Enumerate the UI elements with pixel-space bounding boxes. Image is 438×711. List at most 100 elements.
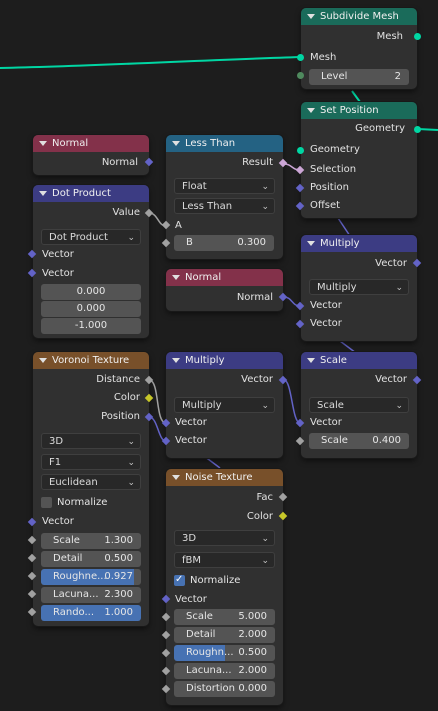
dimensions-dropdown[interactable]: 3D ⌄	[41, 433, 141, 449]
scale-field[interactable]: Scale 1.300	[41, 533, 141, 549]
checkbox-box[interactable]	[174, 573, 185, 588]
collapse-chevron-icon[interactable]	[307, 358, 315, 363]
vector-z-field[interactable]: -1.000	[41, 318, 141, 334]
operation-dropdown[interactable]: Dot Product ⌄	[41, 229, 141, 245]
noise-type-dropdown[interactable]: fBM ⌄	[174, 552, 275, 568]
field-value: 2.300	[104, 589, 133, 600]
level-field[interactable]: Level 2	[309, 69, 409, 85]
b-field[interactable]: B 0.300	[174, 235, 274, 251]
socket-subdivide-mesh-in[interactable]	[297, 54, 304, 61]
input-vector-b: Vector	[42, 268, 74, 279]
node-header[interactable]: Multiply	[166, 352, 283, 369]
node-noise-texture[interactable]: Noise Texture Fac Color 3D ⌄ fBM ⌄ Normali…	[166, 469, 283, 705]
roughness-slider[interactable]: Roughn... 0.500	[174, 645, 275, 661]
field-value: 0.000	[238, 683, 267, 694]
node-header[interactable]: Dot Product	[33, 185, 149, 202]
operation-dropdown[interactable]: Scale ⌄	[309, 397, 409, 413]
node-voronoi-texture[interactable]: Voronoi Texture Distance Color Position …	[33, 352, 149, 626]
input-a: A	[175, 220, 182, 231]
chevron-down-icon: ⌄	[127, 437, 135, 447]
socket-setpos-geometry-in[interactable]	[297, 147, 304, 154]
collapse-chevron-icon[interactable]	[307, 14, 315, 19]
node-multiply[interactable]: Multiply Vector Multiply ⌄ Vector Vector	[166, 352, 283, 458]
distance-metric-dropdown[interactable]: Euclidean ⌄	[41, 474, 141, 490]
compare-mode-value: Less Than	[182, 201, 233, 212]
scale-field[interactable]: Scale 5.000	[174, 609, 275, 625]
vector-y-field[interactable]: 0.000	[41, 301, 141, 317]
chevron-down-icon: ⌄	[261, 182, 269, 192]
input-vector-a: Vector	[175, 417, 207, 428]
b-value: 0.300	[237, 237, 266, 248]
normalize-checkbox[interactable]: Normalize	[174, 573, 275, 589]
field-value: 0.927	[104, 571, 133, 582]
node-header[interactable]: Normal	[166, 269, 283, 286]
input-vector-a: Vector	[42, 249, 74, 260]
socket-setpos-geometry-out[interactable]	[414, 126, 421, 133]
node-set-position[interactable]: Set Position Geometry Geometry Selection…	[301, 102, 417, 218]
input-vector-b: Vector	[310, 318, 342, 329]
checkbox-box[interactable]	[41, 497, 52, 508]
input-vector: Vector	[175, 594, 207, 605]
collapse-chevron-icon[interactable]	[172, 275, 180, 280]
collapse-chevron-icon[interactable]	[39, 141, 47, 146]
operation-value: Multiply	[182, 400, 222, 411]
node-normal[interactable]: Normal Normal	[33, 135, 149, 175]
field-value: 0.500	[238, 647, 267, 658]
collapse-chevron-icon[interactable]	[172, 358, 180, 363]
collapse-chevron-icon[interactable]	[307, 241, 315, 246]
chevron-down-icon: ⌄	[261, 534, 269, 544]
collapse-chevron-icon[interactable]	[39, 358, 47, 363]
distortion-field[interactable]: Distortion 0.000	[174, 681, 275, 697]
node-scale[interactable]: Scale Vector Scale ⌄ Vector Scale 0.400	[301, 352, 417, 458]
node-header[interactable]: Multiply	[301, 235, 417, 252]
lacunarity-field[interactable]: Lacuna... 2.000	[174, 663, 275, 679]
distance-metric-value: Euclidean	[49, 477, 98, 488]
node-header[interactable]: Less Than	[166, 135, 283, 152]
input-geometry: Geometry	[310, 144, 360, 155]
data-type-dropdown[interactable]: Float ⌄	[174, 178, 275, 194]
vector-x-field[interactable]: 0.000	[41, 284, 141, 300]
chevron-down-icon: ⌄	[395, 283, 403, 293]
socket-subdivide-mesh-out[interactable]	[414, 33, 421, 40]
dimensions-dropdown[interactable]: 3D ⌄	[174, 530, 275, 546]
detail-field[interactable]: Detail 0.500	[41, 551, 141, 567]
input-selection: Selection	[310, 164, 357, 175]
chevron-down-icon: ⌄	[127, 233, 135, 243]
node-less-than[interactable]: Less Than Result Float ⌄ Less Than ⌄ A B 0…	[166, 135, 283, 259]
node-header[interactable]: Noise Texture	[166, 469, 283, 486]
node-multiply[interactable]: Multiply Vector Multiply ⌄ Vector Vector	[301, 235, 417, 341]
node-title: Multiply	[185, 355, 225, 366]
collapse-chevron-icon[interactable]	[39, 191, 47, 196]
link-subdiv-to-setpos	[351, 90, 361, 103]
operation-dropdown[interactable]: Multiply ⌄	[174, 397, 275, 413]
field-label: Scale	[53, 535, 80, 546]
node-header[interactable]: Normal	[33, 135, 149, 152]
socket-subdivide-level-in[interactable]	[297, 72, 304, 79]
detail-field[interactable]: Detail 2.000	[174, 627, 275, 643]
node-normal[interactable]: Normal Normal	[166, 269, 283, 311]
node-header[interactable]: Set Position	[301, 102, 417, 119]
lacunarity-field[interactable]: Lacuna... 2.300	[41, 587, 141, 603]
collapse-chevron-icon[interactable]	[172, 141, 180, 146]
link-mult2-to-scale	[283, 379, 301, 424]
feature-dropdown[interactable]: F1 ⌄	[41, 454, 141, 470]
node-dot-product[interactable]: Dot Product Value Dot Product ⌄ Vector Ve…	[33, 185, 149, 338]
randomness-slider[interactable]: Rando... 1.000	[41, 605, 141, 621]
compare-mode-dropdown[interactable]: Less Than ⌄	[174, 198, 275, 214]
roughness-slider[interactable]: Roughne... 0.927	[41, 569, 141, 585]
node-header[interactable]: Subdivide Mesh	[301, 8, 417, 25]
node-header[interactable]: Voronoi Texture	[33, 352, 149, 369]
operation-dropdown[interactable]: Multiply ⌄	[309, 279, 409, 295]
node-title: Scale	[320, 355, 347, 366]
node-title: Multiply	[320, 238, 360, 249]
node-header[interactable]: Scale	[301, 352, 417, 369]
field-label: Scale	[186, 611, 213, 622]
collapse-chevron-icon[interactable]	[307, 108, 315, 113]
collapse-chevron-icon[interactable]	[172, 475, 180, 480]
chevron-down-icon: ⌄	[261, 556, 269, 566]
node-subdivide-mesh[interactable]: Subdivide Mesh Mesh Mesh Level 2	[301, 8, 417, 89]
scale-field[interactable]: Scale 0.400	[309, 433, 409, 449]
input-vector: Vector	[310, 417, 342, 428]
normalize-checkbox[interactable]: Normalize	[41, 495, 141, 511]
input-vector: Vector	[42, 516, 74, 527]
